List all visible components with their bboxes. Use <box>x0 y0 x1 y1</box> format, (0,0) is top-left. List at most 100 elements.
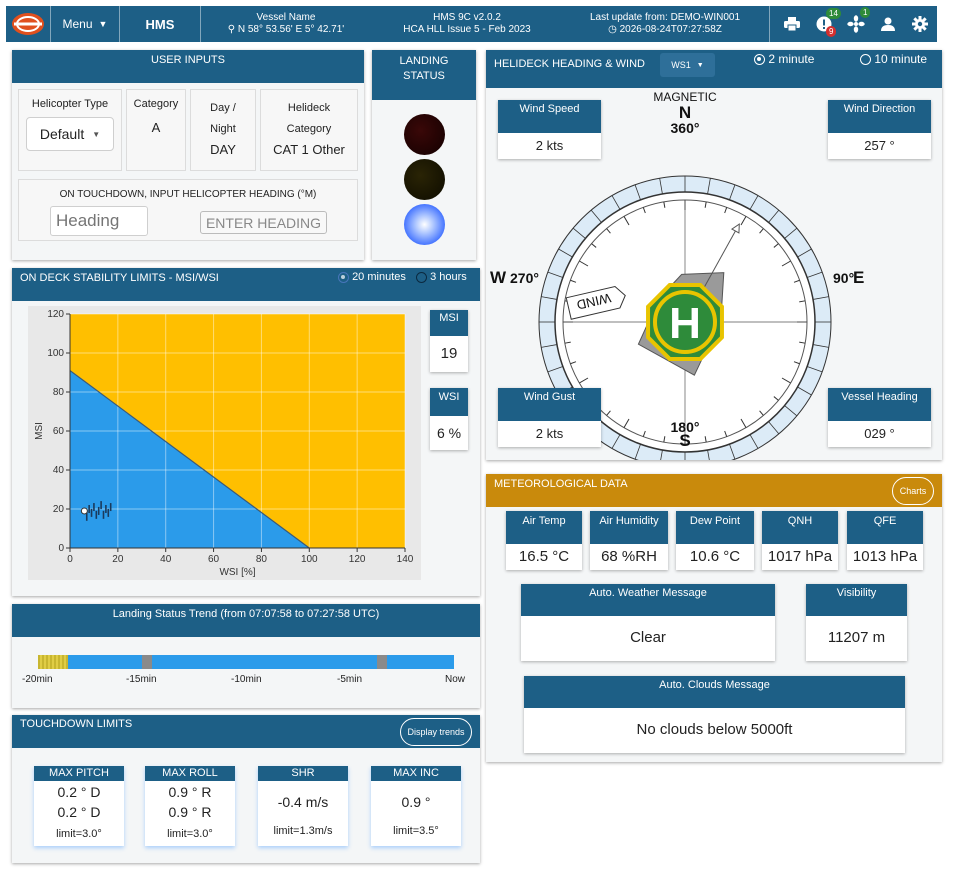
x-tick-label: 120 <box>349 554 366 565</box>
day-night-label: Day / Night <box>210 102 236 135</box>
qfe-card: QFE 1013 hPa <box>847 511 923 570</box>
clouds-message-label: Auto. Clouds Message <box>524 676 905 708</box>
vessel-name-label: Vessel Name <box>256 12 316 23</box>
vessel-heading-card: Vessel Heading 029 ° <box>828 388 931 447</box>
alert-badge-green: 14 <box>826 8 841 19</box>
x-tick-label: 40 <box>160 554 172 565</box>
trend-segment-grey-1 <box>142 655 152 669</box>
last-update-time: 2026-08-24T07:27:58Z <box>619 24 722 35</box>
alert-badge-red: 9 <box>826 26 837 37</box>
wind-speed-card: Wind Speed 2 kts <box>498 100 601 159</box>
max-pitch-limit: limit=3.0° <box>56 828 102 840</box>
y-tick-label: 20 <box>53 504 65 515</box>
y-tick-label: 40 <box>53 465 65 476</box>
vessel-heading-label: Vessel Heading <box>828 388 931 421</box>
trend-panel: Landing Status Trend (from 07:07:58 to 0… <box>12 604 480 708</box>
touchdown-heading-box: ON TOUCHDOWN, INPUT HELICOPTER HEADING (… <box>18 179 358 241</box>
qnh-card: QNH 1017 hPa <box>762 511 838 570</box>
helicopter-type-select[interactable]: Default ▼ <box>26 117 114 151</box>
sensor-select[interactable]: WS1 ▼ <box>660 53 715 77</box>
met-title: METEOROLOGICAL DATA <box>494 478 628 490</box>
air-humidity-card: Air Humidity 68 %RH <box>590 511 668 570</box>
sensor-value: WS1 <box>671 60 691 70</box>
air-temp-card: Air Temp 16.5 °C <box>506 511 582 570</box>
category-box: Category A <box>126 89 186 171</box>
heading-input[interactable] <box>50 206 148 236</box>
alerts-icon[interactable]: 14 9 <box>808 8 841 37</box>
y-tick-label: 80 <box>53 387 65 398</box>
qnh-value: 1017 hPa <box>767 548 833 565</box>
last-update-label: Last update from: DEMO-WIN001 <box>589 12 741 23</box>
wsi-label: WSI <box>430 388 468 416</box>
helicopter-type-value: Default <box>39 126 85 142</box>
east-degree: 90° <box>833 270 854 286</box>
radio-20-minutes[interactable]: 20 minutes <box>338 271 406 283</box>
radio-2-minute[interactable]: 2 minute <box>754 52 814 66</box>
wind-gust-label: Wind Gust <box>498 388 601 421</box>
enter-heading-button[interactable]: ENTER HEADING <box>200 211 327 234</box>
gear-icon[interactable] <box>904 16 936 32</box>
helideck-category-box: Helideck Category CAT 1 Other <box>260 89 358 171</box>
max-inc-value: 0.9 ° <box>401 794 431 810</box>
visibility-label: Visibility <box>806 584 907 616</box>
max-inc-card: MAX INC 0.9 ° limit=3.5° <box>371 766 461 846</box>
max-inc-label: MAX INC <box>371 766 461 781</box>
max-roll-value-1: 0.9 ° R <box>168 784 212 800</box>
helideck-title: HELIDECK HEADING & WIND <box>494 58 645 70</box>
red-status-light <box>404 114 445 155</box>
wind-gust-card: Wind Gust 2 kts <box>498 388 601 447</box>
fan-icon[interactable]: 1 <box>840 7 872 33</box>
category-value: A <box>151 120 161 135</box>
trend-label-15: -15min <box>126 674 157 685</box>
wind-direction-label: Wind Direction <box>828 100 931 133</box>
helideck-category-label: Helideck Category <box>286 102 332 135</box>
air-humidity-label: Air Humidity <box>590 511 668 544</box>
wind-speed-value: 2 kts <box>535 138 564 153</box>
wind-speed-label: Wind Speed <box>498 100 601 133</box>
day-night-box: Day / Night DAY <box>190 89 256 171</box>
menu-label: Menu <box>62 17 93 31</box>
weather-message-value: Clear <box>630 629 666 646</box>
display-trends-button[interactable]: Display trends <box>400 718 472 746</box>
helideck-category-value: CAT 1 Other <box>273 142 345 157</box>
wsi-value: 6 % <box>436 425 462 441</box>
chevron-down-icon: ▼ <box>98 19 108 29</box>
print-icon[interactable] <box>776 17 808 31</box>
radio-20-label: 20 minutes <box>352 271 406 283</box>
trend-bar <box>38 655 454 669</box>
met-panel: METEOROLOGICAL DATA Charts Air Temp 16.5… <box>486 474 942 762</box>
radio-3h-label: 3 hours <box>430 271 467 283</box>
top-app-bar: Menu ▼ HMS Vessel Name ⚲ N 58° 53.56' E … <box>6 6 937 42</box>
chevron-down-icon: ▼ <box>696 61 704 69</box>
touchdown-title: TOUCHDOWN LIMITS <box>20 718 133 730</box>
amber-status-light <box>404 159 445 200</box>
touchdown-title-bar: TOUCHDOWN LIMITS Display trends <box>12 715 480 748</box>
radio-3-hours[interactable]: 3 hours <box>416 271 467 283</box>
radio-2min-label: 2 minute <box>768 52 815 66</box>
stability-title-bar: ON DECK STABILITY LIMITS - MSI/WSI 20 mi… <box>12 268 480 301</box>
blue-status-light <box>404 204 445 245</box>
vessel-info: Vessel Name ⚲ N 58° 53.56' E 5° 42.71' <box>201 12 371 36</box>
magnetic-label: MAGNETIC <box>653 90 717 104</box>
qfe-value: 1013 hPa <box>852 548 918 565</box>
trend-title: Landing Status Trend (from 07:07:58 to 0… <box>12 604 480 637</box>
shr-label: SHR <box>258 766 348 781</box>
y-tick-label: 60 <box>53 426 65 437</box>
trend-segment-grey-2 <box>377 655 387 669</box>
clock-icon: ◷ <box>608 24 617 35</box>
radio-10-minute[interactable]: 10 minute <box>860 52 927 66</box>
visibility-value: 11207 m <box>827 629 886 646</box>
app-name: HMS <box>145 16 175 32</box>
shr-card: SHR -0.4 m/s limit=1.3m/s <box>258 766 348 846</box>
version-info: HMS 9C v2.0.2 HCA HLL Issue 5 - Feb 2023 <box>377 12 557 36</box>
user-inputs-panel: USER INPUTS Helicopter Type Default ▼ Ca… <box>12 50 364 260</box>
x-tick-label: 20 <box>112 554 124 565</box>
clouds-message-value: No clouds below 5000ft <box>636 721 793 738</box>
max-pitch-card: MAX PITCH 0.2 ° D 0.2 ° D limit=3.0° <box>34 766 124 846</box>
dew-point-value: 10.6 °C <box>689 548 741 565</box>
user-inputs-title: USER INPUTS <box>12 50 364 83</box>
menu-button[interactable]: Menu ▼ <box>51 6 119 42</box>
user-icon[interactable] <box>872 17 904 31</box>
charts-button[interactable]: Charts <box>892 477 934 505</box>
location-pin-icon: ⚲ <box>227 24 236 35</box>
